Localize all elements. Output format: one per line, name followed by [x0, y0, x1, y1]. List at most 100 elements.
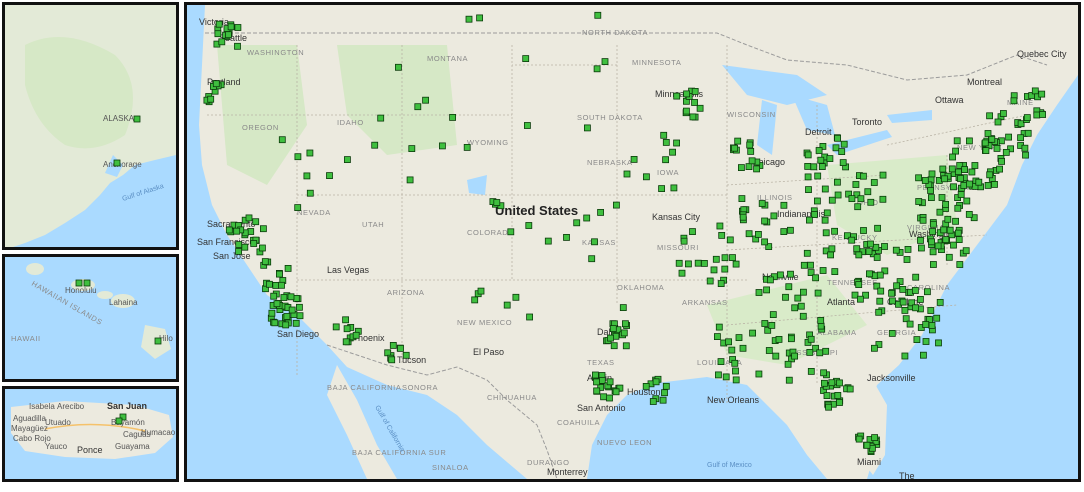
store-marker[interactable]: [994, 118, 1002, 126]
store-marker[interactable]: [852, 181, 860, 188]
store-marker[interactable]: [821, 185, 829, 193]
store-marker[interactable]: [725, 338, 732, 346]
store-marker[interactable]: [788, 335, 795, 343]
store-marker[interactable]: [810, 163, 818, 171]
store-marker[interactable]: [807, 335, 815, 343]
store-marker[interactable]: [828, 379, 836, 387]
store-marker[interactable]: [507, 228, 515, 236]
store-marker[interactable]: [342, 338, 350, 346]
store-marker[interactable]: [343, 325, 351, 333]
store-marker[interactable]: [871, 344, 878, 352]
store-marker[interactable]: [912, 287, 919, 294]
store-marker[interactable]: [846, 385, 854, 393]
store-marker[interactable]: [234, 42, 241, 50]
store-marker[interactable]: [406, 176, 414, 184]
store-marker[interactable]: [815, 147, 823, 154]
store-marker[interactable]: [912, 304, 919, 312]
store-marker[interactable]: [794, 294, 802, 302]
store-marker[interactable]: [642, 173, 650, 181]
store-marker[interactable]: [770, 212, 778, 220]
store-marker[interactable]: [1023, 114, 1031, 121]
store-marker[interactable]: [888, 289, 895, 297]
store-marker[interactable]: [662, 156, 670, 164]
store-marker[interactable]: [726, 236, 734, 244]
store-marker[interactable]: [950, 241, 957, 249]
store-marker[interactable]: [714, 333, 721, 341]
store-marker[interactable]: [971, 162, 979, 169]
store-marker[interactable]: [610, 342, 618, 350]
store-marker[interactable]: [763, 286, 770, 294]
store-marker[interactable]: [694, 259, 702, 267]
store-marker[interactable]: [986, 171, 994, 179]
store-marker[interactable]: [892, 246, 900, 254]
store-marker[interactable]: [777, 271, 784, 279]
store-marker[interactable]: [828, 245, 836, 253]
store-marker[interactable]: [867, 198, 875, 206]
store-marker[interactable]: [899, 285, 907, 293]
store-marker[interactable]: [272, 281, 280, 289]
store-marker[interactable]: [227, 23, 235, 31]
store-marker[interactable]: [734, 137, 742, 145]
store-marker[interactable]: [920, 351, 927, 359]
store-marker[interactable]: [871, 434, 878, 442]
store-marker[interactable]: [831, 268, 839, 276]
store-marker[interactable]: [394, 63, 402, 71]
store-marker[interactable]: [993, 144, 1001, 152]
store-marker[interactable]: [834, 134, 841, 142]
store-marker[interactable]: [215, 20, 223, 28]
store-marker[interactable]: [296, 303, 303, 311]
store-marker[interactable]: [573, 219, 581, 227]
store-marker[interactable]: [512, 293, 520, 301]
store-marker[interactable]: [260, 225, 267, 233]
store-marker[interactable]: [214, 30, 222, 38]
store-marker[interactable]: [875, 308, 883, 316]
store-marker[interactable]: [594, 11, 602, 19]
store-marker[interactable]: [800, 288, 807, 296]
store-marker[interactable]: [225, 226, 233, 234]
store-marker[interactable]: [583, 214, 591, 222]
store-marker[interactable]: [921, 177, 929, 184]
store-marker[interactable]: [612, 388, 620, 396]
store-marker[interactable]: [893, 282, 900, 290]
store-marker[interactable]: [889, 297, 896, 305]
store-marker[interactable]: [593, 378, 600, 386]
store-marker[interactable]: [721, 265, 729, 273]
store-marker[interactable]: [797, 302, 805, 310]
store-marker[interactable]: [863, 441, 871, 449]
store-marker[interactable]: [747, 147, 755, 155]
store-marker[interactable]: [755, 230, 762, 238]
store-marker[interactable]: [1022, 151, 1029, 159]
store-marker[interactable]: [544, 237, 552, 245]
store-marker[interactable]: [857, 295, 864, 303]
store-marker[interactable]: [154, 337, 162, 345]
store-marker[interactable]: [780, 201, 788, 209]
store-marker[interactable]: [746, 141, 754, 149]
store-marker[interactable]: [718, 231, 726, 239]
store-marker[interactable]: [927, 187, 934, 194]
store-marker[interactable]: [710, 266, 718, 274]
store-marker[interactable]: [691, 99, 699, 106]
store-marker[interactable]: [438, 142, 446, 150]
store-marker[interactable]: [696, 104, 704, 112]
store-marker[interactable]: [294, 204, 302, 212]
store-marker[interactable]: [836, 379, 843, 387]
store-marker[interactable]: [649, 398, 657, 405]
store-marker[interactable]: [867, 240, 874, 248]
store-marker[interactable]: [276, 270, 283, 278]
store-marker[interactable]: [270, 292, 278, 300]
store-marker[interactable]: [946, 226, 954, 234]
store-marker[interactable]: [684, 260, 692, 268]
store-marker[interactable]: [563, 233, 570, 241]
store-marker[interactable]: [283, 313, 291, 320]
store-marker[interactable]: [303, 172, 311, 180]
store-marker[interactable]: [721, 254, 729, 262]
store-marker[interactable]: [212, 80, 220, 88]
store-marker[interactable]: [252, 218, 260, 226]
store-marker[interactable]: [933, 314, 941, 322]
store-marker[interactable]: [601, 58, 609, 65]
store-marker[interactable]: [876, 271, 884, 279]
store-marker[interactable]: [525, 222, 533, 229]
store-marker[interactable]: [769, 311, 777, 319]
store-marker[interactable]: [1031, 87, 1039, 95]
store-marker[interactable]: [903, 256, 911, 263]
